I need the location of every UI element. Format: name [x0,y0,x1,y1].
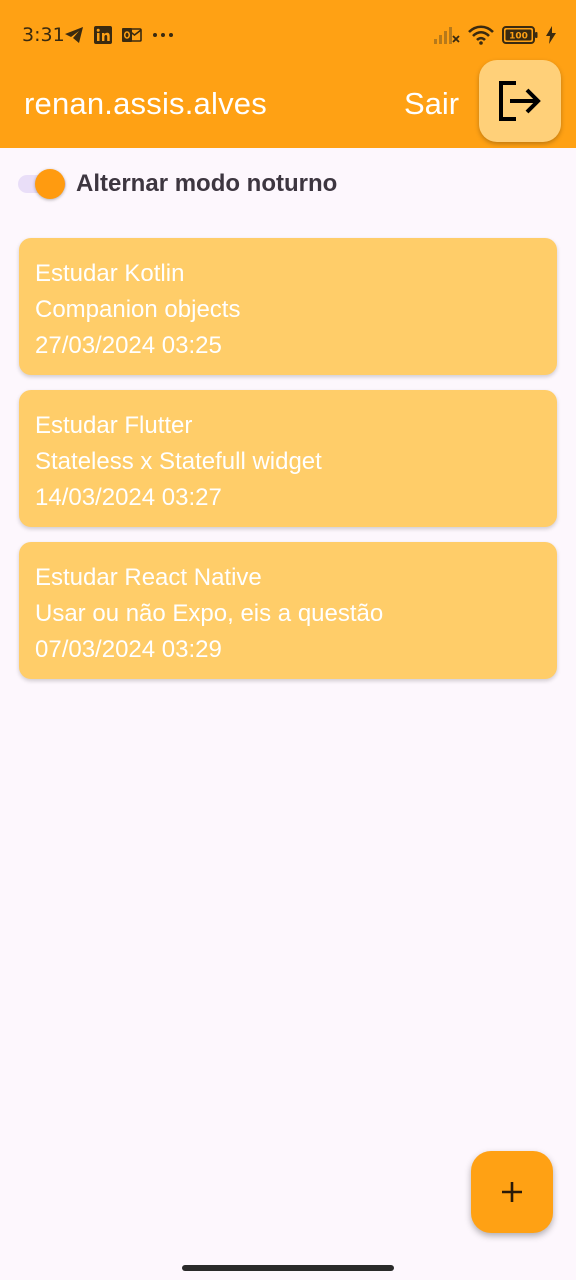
notification-icons [64,24,174,46]
logout-label[interactable]: Sair [404,86,459,122]
add-task-button[interactable] [471,1151,553,1233]
outlook-icon [122,26,142,44]
task-description: Stateless x Statefull widget [35,448,322,475]
telegram-icon [64,26,84,44]
dark-mode-label: Alternar modo noturno [76,170,338,197]
task-description: Usar ou não Expo, eis a questão [35,600,384,627]
task-datetime: 07/03/2024 03:29 [35,636,222,663]
dark-mode-switch[interactable] [18,169,66,199]
status-bar: 3:31 100 [0,0,576,64]
logout-button[interactable] [479,60,561,142]
task-datetime: 14/03/2024 03:27 [35,484,222,511]
logout-icon [496,79,544,123]
wifi-icon [468,25,494,45]
linkedin-icon [94,26,112,44]
task-card[interactable]: Estudar React Native Usar ou não Expo, e… [19,542,557,679]
more-dots-icon [152,32,174,38]
task-title: Estudar React Native [35,564,262,591]
task-title: Estudar Kotlin [35,260,185,287]
task-title: Estudar Flutter [35,412,193,439]
gesture-nav-bar[interactable] [182,1265,394,1271]
dark-mode-toggle-row: Alternar modo noturno [18,166,337,202]
screen: 3:31 100 renan.assis.alves Sair Alternar… [0,0,576,1280]
header-background: 3:31 100 renan.assis.alves Sair [0,0,576,148]
switch-thumb [35,169,65,199]
signal-icon [434,26,460,44]
battery-icon: 100 [502,26,538,44]
charging-icon [546,26,556,44]
app-bar: renan.assis.alves Sair [0,60,576,148]
task-description: Companion objects [35,296,241,323]
username-title: renan.assis.alves [24,86,267,121]
system-icons: 100 [434,24,556,46]
task-card[interactable]: Estudar Kotlin Companion objects 27/03/2… [19,238,557,375]
task-datetime: 27/03/2024 03:25 [35,332,222,359]
battery-level: 100 [509,32,528,42]
task-card[interactable]: Estudar Flutter Stateless x Statefull wi… [19,390,557,527]
status-time: 3:31 [22,24,65,46]
plus-icon [500,1180,524,1204]
